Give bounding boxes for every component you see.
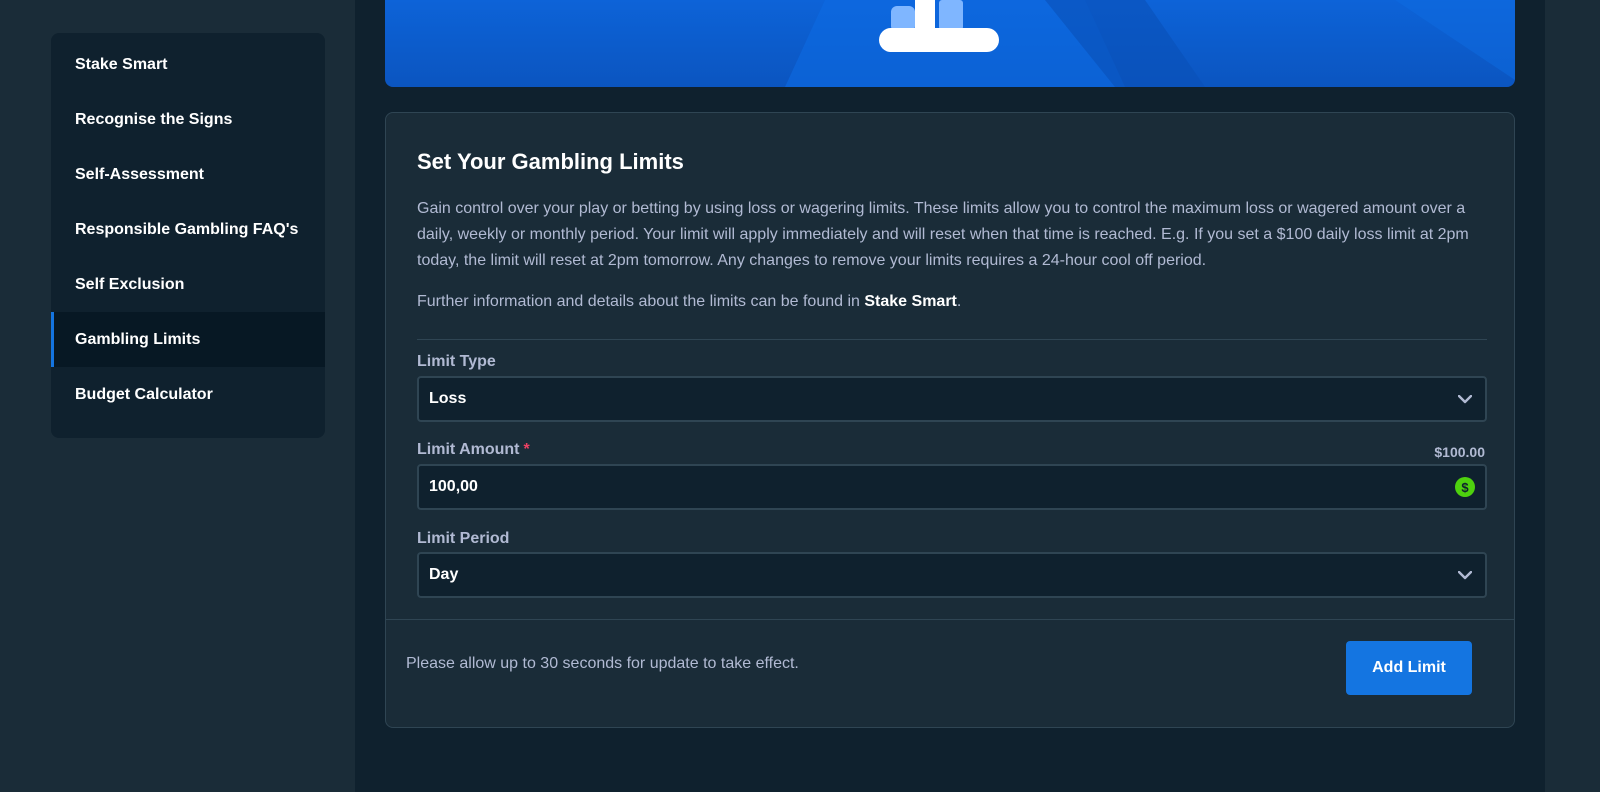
further-info-end: .: [956, 293, 962, 310]
sidebar-item-self-assessment[interactable]: Self-Assessment: [51, 147, 325, 202]
limit-period-value: Day: [429, 566, 459, 583]
limit-period-select[interactable]: Day: [417, 552, 1487, 598]
add-limit-button[interactable]: Add Limit: [1346, 641, 1472, 695]
limit-type-value: Loss: [429, 390, 467, 407]
divider: [417, 339, 1487, 340]
sidebar-item-recognise-signs[interactable]: Recognise the Signs: [51, 92, 325, 147]
sidebar-item-label: Gambling Limits: [75, 330, 201, 348]
converted-amount: $100.00: [1434, 444, 1485, 460]
sidebar-item-gambling-limits[interactable]: Gambling Limits: [51, 312, 325, 367]
limit-amount-input[interactable]: 100,00 $: [417, 464, 1487, 510]
banner-graphic: [785, 0, 1515, 87]
dollar-coin-icon: $: [1455, 477, 1475, 497]
limit-amount-value: 100,00: [429, 478, 478, 495]
gambling-limits-card: Set Your Gambling Limits Gain control ov…: [385, 112, 1515, 728]
limit-period-label: Limit Period: [417, 530, 510, 547]
limit-amount-label-text: Limit Amount: [417, 441, 520, 458]
sidebar-nav: Stake Smart Recognise the Signs Self-Ass…: [51, 33, 325, 438]
main-content: Set Your Gambling Limits Gain control ov…: [355, 0, 1545, 792]
page: Stake Smart Recognise the Signs Self-Ass…: [0, 0, 1600, 792]
further-info: Further information and details about th…: [417, 293, 961, 311]
sidebar-item-label: Recognise the Signs: [75, 110, 233, 128]
sidebar-item-faq[interactable]: Responsible Gambling FAQ's: [51, 202, 325, 257]
sidebar-item-label: Responsible Gambling FAQ's: [75, 220, 299, 238]
sidebar-item-label: Stake Smart: [75, 55, 168, 73]
limit-amount-label: Limit Amount *: [417, 441, 530, 459]
limit-type-label: Limit Type: [417, 353, 496, 370]
limit-type-select[interactable]: Loss: [417, 376, 1487, 422]
sidebar-item-label: Budget Calculator: [75, 385, 213, 403]
sidebar-item-self-exclusion[interactable]: Self Exclusion: [51, 257, 325, 312]
stake-smart-link[interactable]: Stake Smart: [864, 293, 957, 310]
update-note: Please allow up to 30 seconds for update…: [406, 655, 799, 672]
chevron-down-icon: [1455, 565, 1475, 585]
card-footer: Please allow up to 30 seconds for update…: [386, 619, 1514, 727]
card-title: Set Your Gambling Limits: [417, 149, 684, 174]
further-info-text: Further information and details about th…: [417, 293, 860, 310]
sidebar-item-stake-smart[interactable]: Stake Smart: [51, 37, 325, 92]
sidebar-item-label: Self Exclusion: [75, 275, 185, 293]
sidebar-item-label: Self-Assessment: [75, 165, 204, 183]
banner-illustration: [385, 0, 1515, 87]
left-column: Stake Smart Recognise the Signs Self-Ass…: [0, 0, 355, 792]
chevron-down-icon: [1455, 389, 1475, 409]
sidebar-item-budget-calculator[interactable]: Budget Calculator: [51, 367, 325, 422]
required-mark: *: [523, 441, 530, 458]
limits-description: Gain control over your play or betting b…: [417, 200, 1469, 269]
right-gutter: [1545, 0, 1600, 792]
